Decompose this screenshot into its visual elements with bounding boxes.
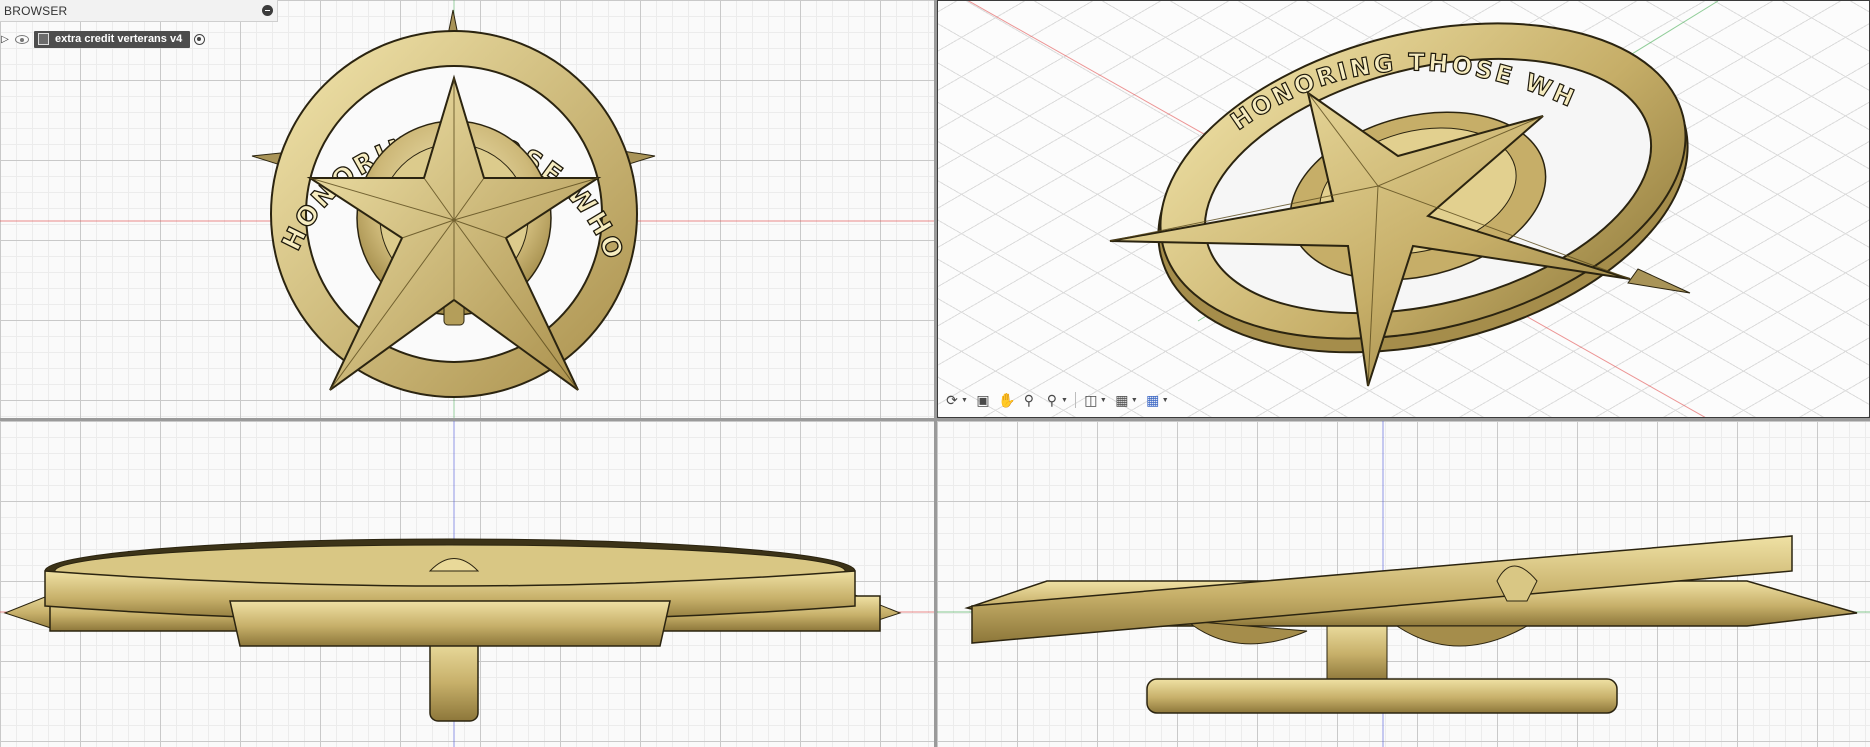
chevron-down-icon[interactable]: ▼ (1162, 397, 1169, 404)
document-icon (38, 33, 49, 45)
pin-post (1326, 620, 1388, 682)
chevron-right-icon[interactable]: ▷ (0, 34, 10, 45)
zoom-fit-button[interactable]: ⚲ ▼ (1042, 390, 1070, 410)
display-settings-icon: ◫ (1084, 392, 1098, 408)
display-settings-button[interactable]: ◫ ▼ (1081, 390, 1109, 410)
pin-post (429, 635, 479, 722)
viewport-top[interactable]: HONORING THOSE WHO SERVED BROWSER ▷ (0, 0, 934, 418)
viewport-right[interactable] (937, 421, 1870, 747)
viewport-front[interactable] (0, 421, 934, 747)
chevron-down-icon[interactable]: ▼ (961, 397, 968, 404)
right-view-model[interactable] (937, 421, 1870, 747)
orbit-icon: ⟳ (946, 392, 958, 408)
minus-circle-icon[interactable] (262, 5, 273, 16)
top-view-model[interactable]: HONORING THOSE WHO SERVED (0, 0, 934, 418)
viewports-icon: ▦ (1146, 392, 1160, 408)
zoom-fit-icon: ⚲ (1046, 392, 1058, 408)
right-spike (1627, 268, 1691, 294)
look-at-icon: ▣ (976, 392, 990, 408)
browser-title: BROWSER (4, 3, 68, 18)
grid-icon: ▦ (1115, 392, 1129, 408)
pan-button[interactable]: ✋ (996, 390, 1016, 410)
eye-icon[interactable] (14, 33, 30, 45)
front-view-model[interactable] (0, 421, 934, 747)
browser-tree-row[interactable]: ▷ extra credit verterans v4 (0, 29, 206, 49)
viewports-button[interactable]: ▦ ▼ (1143, 390, 1171, 410)
pin-bar (1146, 678, 1618, 714)
star-lower-arm-2 (1395, 625, 1529, 647)
look-at-button[interactable]: ▣ (973, 390, 993, 410)
grid-button[interactable]: ▦ ▼ (1112, 390, 1140, 410)
target-icon[interactable] (194, 33, 206, 45)
hand-pan-icon: ✋ (997, 392, 1016, 408)
toolbar-separator (1074, 392, 1076, 408)
chevron-down-icon[interactable]: ▼ (1131, 397, 1138, 404)
zoom-icon: ⚲ (1023, 392, 1035, 408)
viewport-divider-horizontal[interactable] (0, 418, 1870, 421)
orbit-button[interactable]: ⟳ ▼ (942, 390, 970, 410)
chevron-down-icon[interactable]: ▼ (1100, 397, 1107, 404)
chevron-down-icon[interactable]: ▼ (1061, 397, 1068, 404)
perspective-view-model[interactable]: HONORING THOSE WHO SERVED (938, 1, 1870, 418)
viewport-perspective[interactable]: HONORING THOSE WHO SERVED (937, 0, 1870, 418)
viewport-divider-vertical[interactable] (934, 0, 937, 747)
zoom-button[interactable]: ⚲ (1019, 390, 1039, 410)
document-node[interactable]: extra credit verterans v4 (34, 30, 191, 48)
navigation-toolbar: ⟳ ▼ ▣ ✋ ⚲ ⚲ ▼ ◫ ▼ ▦ ▼ ▦ ▼ (942, 389, 1171, 411)
star-front-arm (229, 600, 671, 647)
document-name: extra credit verterans v4 (55, 33, 183, 45)
browser-panel-header: BROWSER (0, 0, 278, 22)
